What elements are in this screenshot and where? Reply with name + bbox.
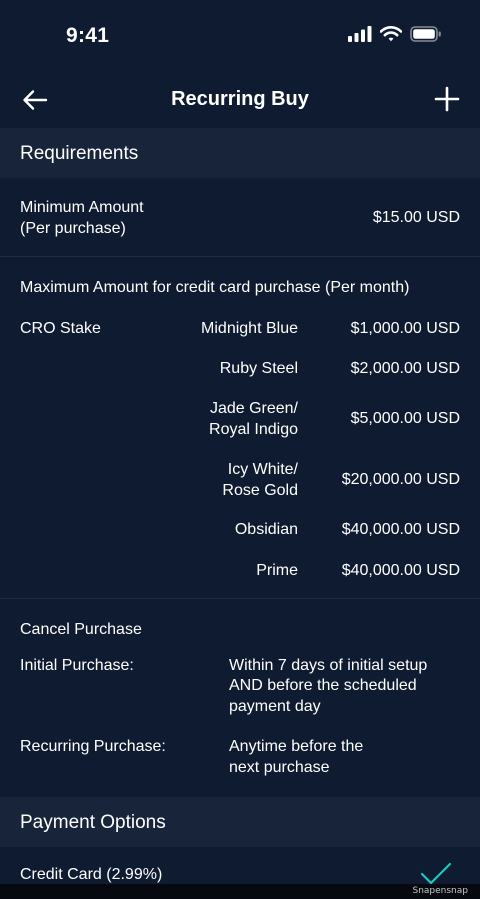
status-icons — [348, 26, 442, 42]
cro-stake-label: CRO Stake — [20, 320, 101, 337]
battery-icon — [410, 26, 441, 42]
min-amount-label: Minimum Amount — [20, 199, 144, 216]
status-time: 9:41 — [66, 24, 110, 47]
requirements-title: Requirements — [20, 143, 139, 164]
recurring-purchase-line: next purchase — [229, 759, 330, 776]
divider — [0, 256, 480, 257]
initial-purchase-label: Initial Purchase: — [20, 657, 134, 674]
tier-amount: $40,000.00 USD — [341, 562, 460, 579]
wifi-icon — [380, 26, 402, 42]
watermark-bar: Snapensnap — [0, 884, 480, 899]
tier-name: Obsidian — [234, 521, 298, 538]
initial-purchase-line: payment day — [229, 698, 321, 715]
tier-name-line2: Rose Gold — [222, 482, 298, 499]
recurring-purchase-line: Anytime before the — [229, 738, 364, 755]
plus-icon[interactable] — [434, 86, 460, 112]
tier-name: Prime — [256, 562, 298, 579]
status-bar: 9:41 — [0, 0, 480, 72]
min-amount-value: $15.00 USD — [372, 209, 460, 226]
page-title: Recurring Buy — [171, 88, 309, 110]
tier-amount: $20,000.00 USD — [341, 471, 460, 488]
payment-options-title: Payment Options — [20, 812, 166, 833]
tier-amount: $1,000.00 USD — [350, 320, 460, 337]
min-amount-sublabel: (Per purchase) — [20, 220, 126, 237]
initial-purchase-line: AND before the scheduled — [229, 677, 417, 694]
tier-name: Jade Green/ — [209, 400, 298, 417]
tier-name: Icy White/ — [227, 461, 298, 478]
tier-amount: $40,000.00 USD — [341, 521, 460, 538]
tier-name: Midnight Blue — [201, 320, 298, 337]
tier-amount: $2,000.00 USD — [350, 360, 460, 377]
nav-bar: Recurring Buy — [0, 72, 480, 128]
initial-purchase-line: Within 7 days of initial setup — [229, 657, 428, 674]
tier-name-line2: Royal Indigo — [209, 421, 298, 438]
tier-amount: $5,000.00 USD — [350, 410, 460, 427]
divider — [0, 598, 480, 599]
payment-options-header: Payment Options — [0, 797, 480, 847]
payment-option-credit-card[interactable]: Credit Card (2.99%) — [0, 848, 480, 885]
requirements-header: Requirements — [0, 128, 480, 178]
watermark-text: Snapensnap — [412, 886, 468, 896]
max-amount-label: Maximum Amount for credit card purchase … — [20, 279, 410, 296]
tier-name: Ruby Steel — [219, 360, 298, 377]
cancel-purchase-title: Cancel Purchase — [20, 621, 142, 638]
checkmark-icon — [420, 862, 452, 885]
recurring-purchase-label: Recurring Purchase: — [20, 738, 166, 755]
cellular-signal-icon — [348, 26, 372, 42]
payment-option-label: Credit Card (2.99%) — [20, 866, 163, 883]
